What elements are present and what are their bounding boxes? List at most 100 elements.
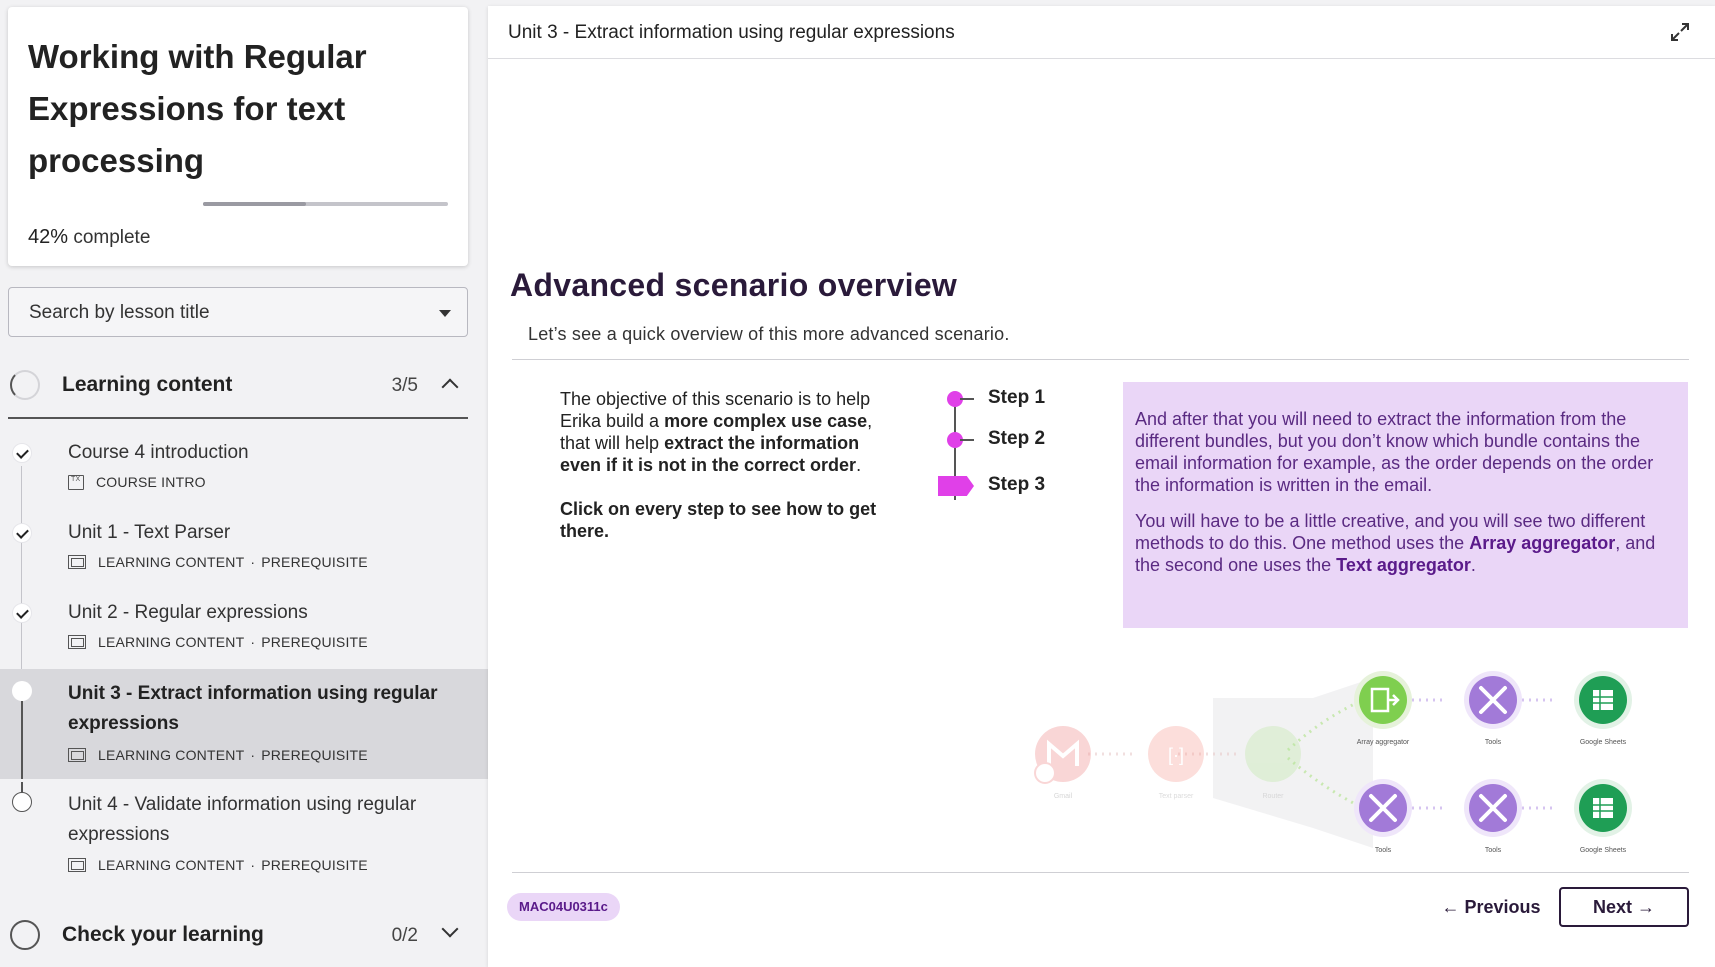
chevron-up-icon[interactable] bbox=[441, 378, 459, 396]
module-label: Tools bbox=[1485, 739, 1502, 746]
step-tick bbox=[960, 439, 974, 441]
next-button[interactable]: Next → bbox=[1559, 887, 1689, 927]
slide-subheading: Let’s see a quick overview of this more … bbox=[528, 324, 1010, 344]
lesson-meta: LEARNING CONTENT · PREREQUISITE bbox=[68, 634, 368, 650]
lesson-tag: PREREQUISITE bbox=[261, 634, 368, 650]
lesson-topbar: Unit 3 - Extract information using regul… bbox=[488, 6, 1715, 59]
lesson-item-unit-1[interactable]: Unit 1 - Text Parser LEARNING CONTENT · … bbox=[0, 510, 488, 580]
module-label: Tools bbox=[1375, 847, 1392, 854]
objective-bold-text: more complex use case bbox=[664, 411, 868, 431]
course-summary-card: Working with Regular Expressions for tex… bbox=[8, 7, 468, 266]
meta-separator: · bbox=[250, 747, 256, 763]
course-sidebar: Working with Regular Expressions for tex… bbox=[0, 0, 488, 967]
section-progress-ring-icon bbox=[10, 920, 40, 950]
info-bold-text: Array aggregator bbox=[1469, 533, 1616, 553]
progress-suffix: complete bbox=[73, 227, 151, 248]
google-sheets-module: Google Sheets bbox=[1574, 779, 1632, 854]
completed-check-icon bbox=[12, 523, 32, 543]
objective-call-to-action: Click on every step to see how to get th… bbox=[560, 499, 877, 541]
step-label: Step 1 bbox=[988, 387, 1046, 408]
section-header-learning-content[interactable]: Learning content 3/5 bbox=[8, 355, 468, 415]
active-step-flag-icon bbox=[938, 476, 974, 496]
lesson-code-badge: MAC04U0311c bbox=[507, 893, 620, 921]
section-divider bbox=[8, 417, 468, 419]
gmail-module: Gmail bbox=[1034, 726, 1091, 800]
lesson-item-course-intro[interactable]: Course 4 introduction COURSE INTRO bbox=[0, 430, 488, 500]
document-icon bbox=[68, 474, 84, 490]
slideshow-icon bbox=[68, 858, 86, 872]
timeline-connector bbox=[21, 701, 23, 779]
step-selector: Step 1 Step 2 Step 3 bbox=[938, 382, 1088, 512]
text-parser-module: [·] Text parser bbox=[1148, 726, 1204, 800]
previous-button[interactable]: ← Previous bbox=[1421, 887, 1561, 927]
section-title: Learning content bbox=[62, 373, 233, 396]
info-paragraph: And after that you will need to extract … bbox=[1135, 409, 1654, 495]
arrow-left-icon: ← bbox=[1441, 896, 1460, 917]
lesson-type: LEARNING CONTENT bbox=[98, 857, 245, 873]
step-label: Step 3 bbox=[988, 474, 1046, 495]
lesson-type: LEARNING CONTENT bbox=[98, 554, 245, 570]
module-label: Tools bbox=[1485, 847, 1502, 854]
tools-module: Tools bbox=[1464, 671, 1522, 746]
lesson-search-select[interactable]: Search by lesson title bbox=[8, 287, 468, 337]
info-paragraph: You will have to be a little creative, a… bbox=[1135, 510, 1680, 576]
progress-percent: 42% bbox=[28, 226, 69, 248]
section-title: Check your learning bbox=[62, 923, 264, 946]
lesson-item-unit-4[interactable]: Unit 4 - Validate information using regu… bbox=[0, 782, 488, 882]
caret-down-icon bbox=[439, 310, 451, 317]
lesson-meta: LEARNING CONTENT · PREREQUISITE bbox=[68, 857, 368, 873]
step-label: Step 2 bbox=[988, 428, 1046, 449]
slideshow-icon bbox=[68, 748, 86, 762]
info-text: . bbox=[1470, 555, 1476, 575]
arrow-right-icon: → bbox=[1637, 896, 1656, 917]
course-progress-bar bbox=[203, 202, 448, 206]
lesson-meta: LEARNING CONTENT · PREREQUISITE bbox=[68, 554, 368, 570]
lesson-tag: PREREQUISITE bbox=[261, 747, 368, 763]
module-label: Router bbox=[1262, 793, 1284, 800]
completed-check-icon bbox=[12, 603, 32, 623]
timeline-connector bbox=[21, 782, 23, 792]
fullscreen-expand-icon[interactable] bbox=[1668, 20, 1692, 44]
section-count: 0/2 bbox=[391, 925, 418, 946]
meta-separator: · bbox=[250, 857, 256, 873]
completed-check-icon bbox=[12, 443, 32, 463]
module-label: Text parser bbox=[1159, 793, 1194, 800]
lesson-title: Course 4 introduction bbox=[68, 442, 249, 463]
section-header-check-your-learning[interactable]: Check your learning 0/2 bbox=[8, 905, 468, 965]
info-bold-text: Text aggregator bbox=[1336, 555, 1471, 575]
lesson-type: LEARNING CONTENT bbox=[98, 634, 245, 650]
meta-separator: · bbox=[250, 634, 256, 650]
lesson-title: Unit 1 - Text Parser bbox=[68, 522, 231, 543]
lesson-item-unit-2[interactable]: Unit 2 - Regular expressions LEARNING CO… bbox=[0, 590, 488, 660]
course-progress-fill bbox=[203, 202, 306, 206]
svg-text:[·]: [·] bbox=[1168, 745, 1184, 765]
next-label: Next bbox=[1592, 896, 1632, 917]
slide-divider bbox=[512, 359, 1689, 360]
step-tick bbox=[960, 398, 974, 400]
tools-module: Tools bbox=[1464, 779, 1522, 854]
scenario-objective-text: The objective of this scenario is to hel… bbox=[560, 388, 880, 542]
section-count: 3/5 bbox=[391, 375, 418, 396]
course-title: Working with Regular Expressions for tex… bbox=[28, 38, 367, 179]
google-sheets-module: Google Sheets bbox=[1574, 671, 1632, 746]
lesson-tag: PREREQUISITE bbox=[261, 554, 368, 570]
lesson-item-unit-3-active[interactable]: Unit 3 - Extract information using regul… bbox=[0, 669, 488, 779]
lesson-meta: COURSE INTRO bbox=[68, 474, 206, 490]
previous-label: Previous bbox=[1464, 896, 1541, 917]
lesson-title: Unit 4 - Validate information using regu… bbox=[68, 794, 417, 845]
slideshow-icon bbox=[68, 555, 86, 569]
lesson-meta: LEARNING CONTENT · PREREQUISITE bbox=[68, 747, 368, 763]
slide-heading: Advanced scenario overview bbox=[510, 267, 958, 303]
chevron-down-icon[interactable] bbox=[441, 920, 459, 938]
lesson-search-placeholder: Search by lesson title bbox=[29, 302, 210, 323]
module-label: Array aggregator bbox=[1357, 739, 1410, 746]
unit-title: Unit 3 - Extract information using regul… bbox=[508, 22, 955, 43]
lesson-title: Unit 3 - Extract information using regul… bbox=[68, 683, 438, 734]
step-info-box: And after that you will need to extract … bbox=[1123, 382, 1688, 628]
scenario-flow-diagram: Gmail [·] Text parser Router Array aggre… bbox=[1034, 671, 1632, 854]
module-label: Gmail bbox=[1054, 793, 1073, 800]
lesson-type: LEARNING CONTENT bbox=[98, 747, 245, 763]
incomplete-circle-icon bbox=[12, 792, 32, 812]
lesson-content-panel: Unit 3 - Extract information using regul… bbox=[488, 6, 1715, 967]
module-label: Google Sheets bbox=[1580, 739, 1627, 746]
